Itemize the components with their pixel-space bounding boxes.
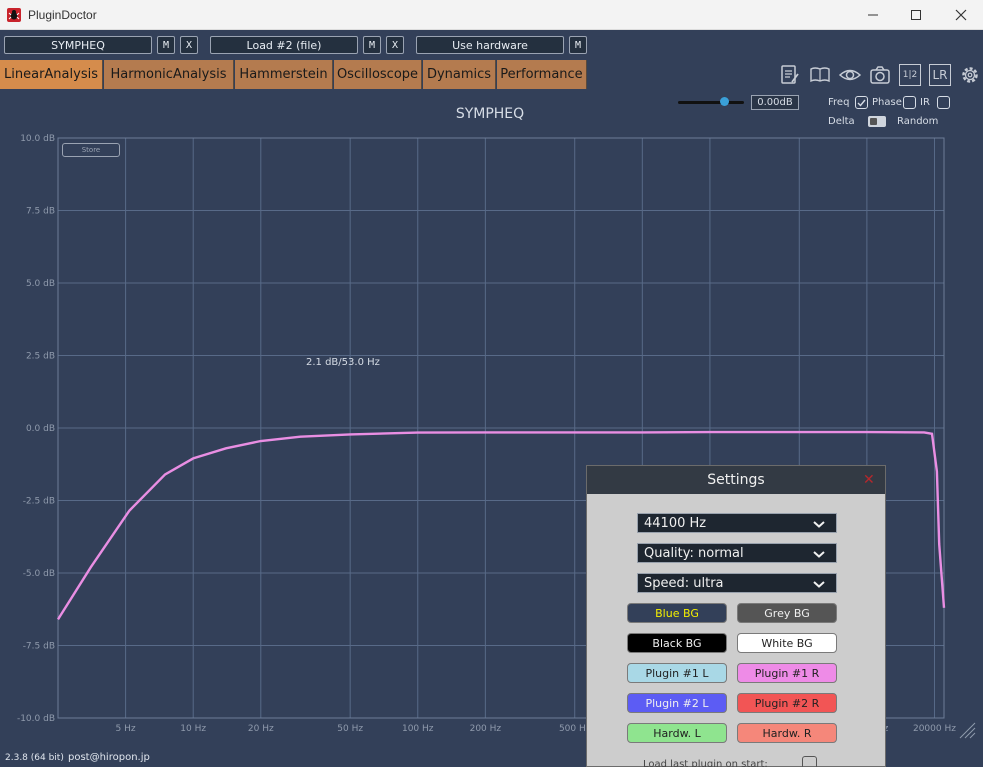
half-icon-label: 1|2 xyxy=(902,70,918,80)
gain-readout[interactable]: 0.00dB xyxy=(751,95,799,110)
tab-dynamics[interactable]: Dynamics xyxy=(423,60,496,89)
minimize-button[interactable] xyxy=(850,0,896,30)
settings-close-icon[interactable]: ✕ xyxy=(863,472,875,488)
plugin-1-r-color-button[interactable]: Plugin #1 R xyxy=(737,663,837,683)
plugin-slot-2[interactable]: Load #2 (file) xyxy=(210,36,358,54)
speed-dropdown[interactable]: Speed: ultra xyxy=(637,573,837,593)
x-tick-label: 20000 Hz xyxy=(913,724,956,734)
y-tick-label: 5.0 dB xyxy=(26,279,55,289)
x-tick-label: 100 Hz xyxy=(402,724,434,734)
x-tick-label: 10 Hz xyxy=(180,724,206,734)
hardware-l-color-button[interactable]: Hardw. L xyxy=(627,723,727,743)
close-button[interactable] xyxy=(938,0,983,30)
plugin-slot-1[interactable]: SYMPHEQ xyxy=(4,36,152,54)
y-tick-label: 0.0 dB xyxy=(26,424,55,434)
resize-grip-icon[interactable] xyxy=(959,722,976,739)
gear-icon[interactable] xyxy=(959,64,981,86)
tab-harmonic-analysis[interactable]: HarmonicAnalysis xyxy=(104,60,234,89)
settings-header: Settings ✕ xyxy=(587,466,885,494)
plugin-slot-2-m-button[interactable]: M xyxy=(363,36,381,54)
quality-value: Quality: normal xyxy=(644,545,744,561)
plugin-2-r-color-button[interactable]: Plugin #2 R xyxy=(737,693,837,713)
gain-slider[interactable] xyxy=(678,97,744,106)
lr-icon-label: LR xyxy=(932,68,948,82)
load-last-label: Load last plugin on start: xyxy=(643,759,768,767)
tab-performance[interactable]: Performance xyxy=(497,60,587,89)
gain-slider-thumb[interactable] xyxy=(719,97,729,106)
chevron-down-icon xyxy=(813,521,825,528)
tab-hammerstein[interactable]: Hammerstein xyxy=(235,60,333,89)
chevron-down-icon xyxy=(813,551,825,558)
x-tick-label: 200 Hz xyxy=(470,724,502,734)
plugin-slot-2-x-button[interactable]: X xyxy=(386,36,404,54)
graph-title: SYMPHEQ xyxy=(455,106,525,122)
delta-label: Delta xyxy=(828,116,855,127)
check-icon xyxy=(857,99,866,107)
y-tick-label: -7.5 dB xyxy=(23,642,55,652)
grey-bg-button[interactable]: Grey BG xyxy=(737,603,837,623)
bug-icon xyxy=(7,8,21,22)
chevron-down-icon xyxy=(813,581,825,588)
cursor-readout: 2.1 dB/53.0 Hz xyxy=(306,357,380,368)
plugin-slot-1-x-button[interactable]: X xyxy=(180,36,198,54)
plugin-1-l-color-button[interactable]: Plugin #1 L xyxy=(627,663,727,683)
lr-icon[interactable]: LR xyxy=(929,64,951,86)
half-icon[interactable]: 1|2 xyxy=(899,64,921,86)
plugin-slot-1-m-button[interactable]: M xyxy=(157,36,175,54)
title-bar: PluginDoctor xyxy=(0,0,983,30)
ir-checkbox[interactable] xyxy=(937,96,950,109)
gain-slider-track xyxy=(678,101,744,104)
load-last-checkbox[interactable] xyxy=(802,756,817,767)
white-bg-button[interactable]: White BG xyxy=(737,633,837,653)
maximize-icon xyxy=(911,10,921,20)
x-tick-label: 5 Hz xyxy=(116,724,136,734)
freq-label: Freq xyxy=(828,97,850,108)
delta-toggle-knob xyxy=(870,118,877,125)
tab-oscilloscope[interactable]: Oscilloscope xyxy=(334,60,422,89)
app-title: PluginDoctor xyxy=(28,8,97,22)
x-tick-label: 50 Hz xyxy=(337,724,363,734)
freq-checkbox[interactable] xyxy=(855,96,868,109)
close-icon xyxy=(955,9,967,21)
maximize-button[interactable] xyxy=(893,0,939,30)
phase-checkbox[interactable] xyxy=(903,96,916,109)
y-tick-label: -2.5 dB xyxy=(23,497,55,507)
ir-label: IR xyxy=(920,97,930,108)
hardware-slot[interactable]: Use hardware xyxy=(416,36,564,54)
black-bg-button[interactable]: Black BG xyxy=(627,633,727,653)
blue-bg-button[interactable]: Blue BG xyxy=(627,603,727,623)
settings-title: Settings xyxy=(707,472,765,488)
version-label: 2.3.8 (64 bit) xyxy=(5,753,64,763)
sample-rate-dropdown[interactable]: 44100 Hz xyxy=(637,513,837,533)
x-tick-label: 20 Hz xyxy=(248,724,274,734)
y-tick-label: 2.5 dB xyxy=(26,352,55,362)
random-label: Random xyxy=(897,116,939,127)
email-link[interactable]: post@hiropon.jp xyxy=(68,752,150,763)
speed-value: Speed: ultra xyxy=(644,575,724,591)
minimize-icon xyxy=(868,14,878,16)
y-tick-label: 7.5 dB xyxy=(26,207,55,217)
hardware-slot-m-button[interactable]: M xyxy=(569,36,587,54)
store-button[interactable]: Store xyxy=(62,143,120,157)
delta-toggle[interactable] xyxy=(868,116,886,127)
book-icon[interactable] xyxy=(809,64,831,86)
hardware-r-color-button[interactable]: Hardw. R xyxy=(737,723,837,743)
notes-icon[interactable] xyxy=(779,64,801,86)
quality-dropdown[interactable]: Quality: normal xyxy=(637,543,837,563)
y-tick-label: 10.0 dB xyxy=(20,134,55,144)
y-tick-label: -5.0 dB xyxy=(23,569,55,579)
tab-linear-analysis[interactable]: LinearAnalysis xyxy=(0,60,103,89)
phase-label: Phase xyxy=(872,97,902,108)
camera-icon[interactable] xyxy=(869,64,891,86)
y-tick-label: -10.0 dB xyxy=(17,714,55,724)
plugin-2-l-color-button[interactable]: Plugin #2 L xyxy=(627,693,727,713)
settings-dialog: Settings ✕ 44100 Hz Quality: normal Spee… xyxy=(586,465,886,767)
sample-rate-value: 44100 Hz xyxy=(644,515,707,531)
eye-icon[interactable] xyxy=(839,64,861,86)
